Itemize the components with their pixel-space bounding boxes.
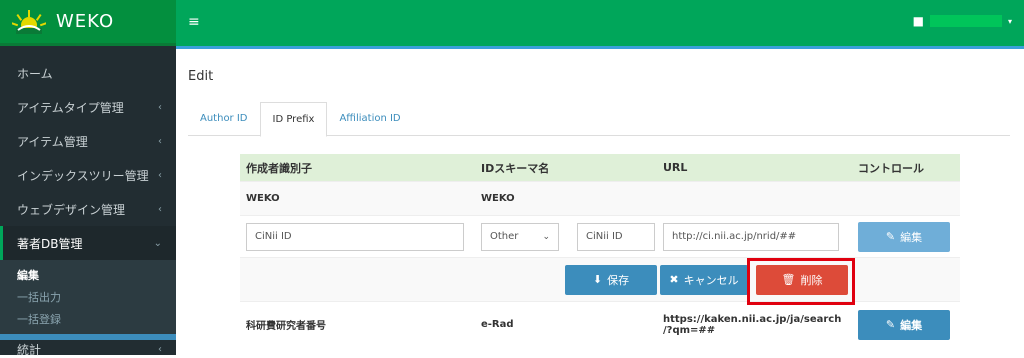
cancel-button[interactable]: ✖ キャンセル [660,264,748,295]
user-menu[interactable]: ■ ▾ [913,14,1012,28]
row-identifier: 科研費研究者番号 [246,321,326,332]
row-url-line2: /?qm=## [663,324,716,336]
sidebar-subitem-edit[interactable]: 編集 [0,264,176,286]
author-db-submenu: 編集 一括出力 一括登録 [0,260,176,334]
edit-button-label: 編集 [900,230,923,244]
chevron-left-icon: ‹ [158,343,162,355]
save-button-label: 保存 [607,273,630,287]
page-title: Edit [188,69,214,84]
chevron-left-icon: ‹ [158,101,162,113]
sidebar-item-label: インデックスツリー管理 [17,168,149,183]
row-scheme: WEKO [481,193,515,204]
sidebar-item-index-tree[interactable]: インデックスツリー管理 ‹ [0,158,176,192]
sidebar-item-label: ホーム [17,66,53,81]
identifier-input[interactable]: CiNii ID [246,222,464,251]
header-control: コントロール [858,161,924,175]
sidebar-item-label: ウェブデザイン管理 [17,202,126,217]
times-icon: ✖ [669,273,679,286]
sidebar-item-items[interactable]: アイテム管理 ‹ [0,124,176,158]
sidebar-subitem-import[interactable]: 一括登録 [0,308,176,330]
sidebar-item-label: アイテムタイプ管理 [17,100,124,115]
tab-id-prefix[interactable]: ID Prefix [259,102,328,137]
edit-button[interactable]: ✎ 編集 [858,309,950,340]
sidebar-subitem-export[interactable]: 一括出力 [0,286,176,308]
header-identifier: 作成者識別子 [246,161,312,175]
tab-affiliation-id[interactable]: Affiliation ID [327,102,412,136]
table-row: WEKO WEKO [240,181,960,215]
caret-down-icon: ▾ [1007,16,1012,26]
scheme-input[interactable]: CiNii ID [577,222,655,251]
sidebar-item-web-design[interactable]: ウェブデザイン管理 ‹ [0,192,176,226]
chevron-down-icon: ⌄ [153,237,162,249]
sidebar-item-stats[interactable]: 統計 ‹ [0,340,176,358]
edit-button[interactable]: ✎ 編集 [858,221,950,252]
row-identifier: WEKO [246,193,280,204]
download-icon: ⬇ [592,273,603,286]
edit-button-label: 編集 [900,318,923,332]
logo-mark-icon [10,8,48,36]
sidebar-item-item-type[interactable]: アイテムタイプ管理 ‹ [0,90,176,124]
table-row-edit: CiNii ID Other ⌄ CiNii ID http://ci.nii.… [240,215,960,257]
delete-highlight-box [747,258,855,305]
sidebar-subitem-label: 一括出力 [17,291,61,304]
header-url: URL [663,161,688,174]
sidebar-menu: ホーム アイテムタイプ管理 ‹ アイテム管理 ‹ インデックスツリー管理 ‹ ウェブデ… [0,56,176,358]
sidebar-subitem-label: 編集 [17,269,39,282]
url-input[interactable]: http://ci.nii.ac.jp/nrid/## [663,222,839,251]
tab-bar: Author ID ID Prefix Affiliation ID [188,102,1010,137]
sidebar-item-label: アイテム管理 [17,134,88,149]
edit-icon: ✎ [885,230,896,243]
edit-icon: ✎ [885,318,896,331]
logo[interactable]: WEKO [0,0,176,46]
logo-text: WEKO [56,11,115,32]
sidebar: WEKO ホーム アイテムタイプ管理 ‹ アイテム管理 ‹ インデックスツリー管理 ‹… [0,0,176,358]
row-url-line1: https://kaken.nii.ac.jp/ja/search [663,313,842,325]
id-prefix-table: 作成者識別子 IDスキーマ名 URL コントロール WEKO WEKO CiNi… [240,154,960,347]
header-scheme: IDスキーマ名 [481,161,550,175]
table-header: 作成者識別子 IDスキーマ名 URL コントロール [240,154,960,181]
sidebar-item-author-db[interactable]: 著者DB管理 ⌄ [0,226,176,260]
save-button[interactable]: ⬇ 保存 [565,264,657,295]
scheme-select[interactable]: Other ⌄ [481,222,559,251]
row-url: https://kaken.nii.ac.jp/ja/search /?qm=#… [659,314,846,336]
main-content: Edit Author ID ID Prefix Affiliation ID … [176,49,1024,355]
chevron-left-icon: ‹ [158,169,162,181]
sidebar-item-label: 著者DB管理 [17,236,83,251]
chevron-left-icon: ‹ [158,203,162,215]
sidebar-subitem-label: 一括登録 [17,313,61,326]
cancel-button-label: キャンセル [683,273,739,287]
sidebar-item-home[interactable]: ホーム [0,56,176,90]
user-icon: ■ [912,14,924,28]
table-row: 科研費研究者番号 e-Rad https://kaken.nii.ac.jp/j… [240,301,960,347]
row-scheme: e-Rad [481,319,514,330]
tab-author-id[interactable]: Author ID [188,102,260,136]
chevron-left-icon: ‹ [158,135,162,147]
scheme-select-value: Other [490,231,519,242]
user-name [929,15,1002,27]
chevron-down-icon: ⌄ [542,231,550,242]
menu-icon[interactable]: ≡ [188,14,200,30]
topbar: ≡ ■ ▾ [176,0,1024,49]
